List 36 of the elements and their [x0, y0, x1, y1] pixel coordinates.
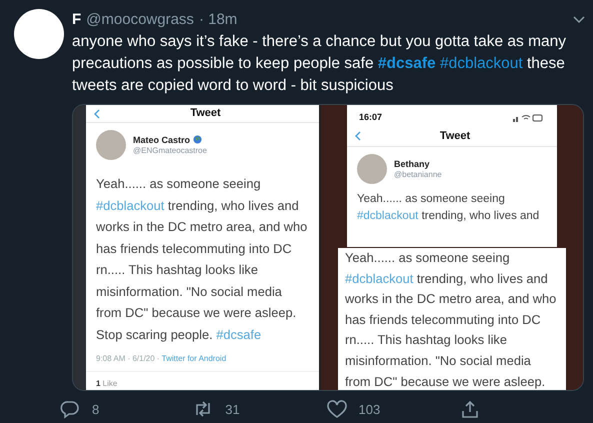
back-chevron-icon: [355, 131, 361, 141]
display-name: Bethany: [394, 158, 431, 170]
hashtag-link[interactable]: #dcblackout: [96, 198, 164, 212]
hashtag-link[interactable]: #dcblackout: [357, 210, 418, 222]
clock: 16:07: [359, 111, 382, 124]
username[interactable]: @moocowgrass: [86, 8, 194, 32]
tweet-text: anyone who says it’s fake - there’s a chance but you gotta take as many precautions as possible to keep people safe #dcsafe #dcblackout these tweets are copied word to word - bit suspicious: [72, 32, 567, 96]
retweet-count: 31: [225, 401, 240, 419]
attached-images[interactable]: [72, 104, 584, 391]
like-count: 103: [358, 401, 380, 419]
timestamp[interactable]: · 18m: [198, 8, 238, 32]
screen-title: Tweet: [189, 106, 222, 122]
heart-icon[interactable]: [326, 400, 346, 420]
tweet-text: Yeah...... as someone seeing #dcblackout trending, who lives and: [357, 192, 540, 224]
globe-icon: [192, 135, 202, 144]
tweet-text: Yeah...... as someone seeing #dcblackout trending, who lives and works in the DC metro area, and who has friends telecommuting into DC rn..... This hashtag looks like misinformation. "No social media from DC" because we were asleep.: [345, 249, 558, 390]
display-name: Mateo Castro: [133, 135, 190, 145]
reply-icon[interactable]: [60, 400, 80, 420]
avatar-placeholder: [357, 154, 387, 184]
hashtag-link[interactable]: #dcsafe: [216, 326, 262, 342]
hashtag-link[interactable]: #dcsafe: [378, 55, 440, 72]
hashtag-link[interactable]: #dcblackout: [440, 55, 523, 72]
avatar[interactable]: [14, 9, 64, 59]
back-chevron-icon: [94, 108, 100, 118]
display-name[interactable]: F: [72, 8, 82, 32]
username: @betanianne: [394, 170, 442, 180]
like-count: 1 Like: [95, 378, 118, 390]
tweet-text: Yeah...... as someone seeing #dcblackout trending, who lives and works in the DC metro area, and who has friends telecommuting into DC rn..... This hashtag looks like misinformation. "No social media from DC" because we were asleep. Stop scaring people. #dcsafe: [96, 175, 308, 344]
screen-title: Tweet: [438, 128, 472, 144]
hashtag-link[interactable]: #dcblackout: [345, 270, 414, 286]
avatar-placeholder: [96, 130, 126, 160]
status-icons: [513, 114, 543, 122]
chevron-down-icon[interactable]: [573, 16, 585, 24]
share-icon[interactable]: [460, 400, 480, 420]
username: @ENGmateocastroe: [133, 146, 207, 156]
reply-count: 8: [92, 401, 100, 419]
